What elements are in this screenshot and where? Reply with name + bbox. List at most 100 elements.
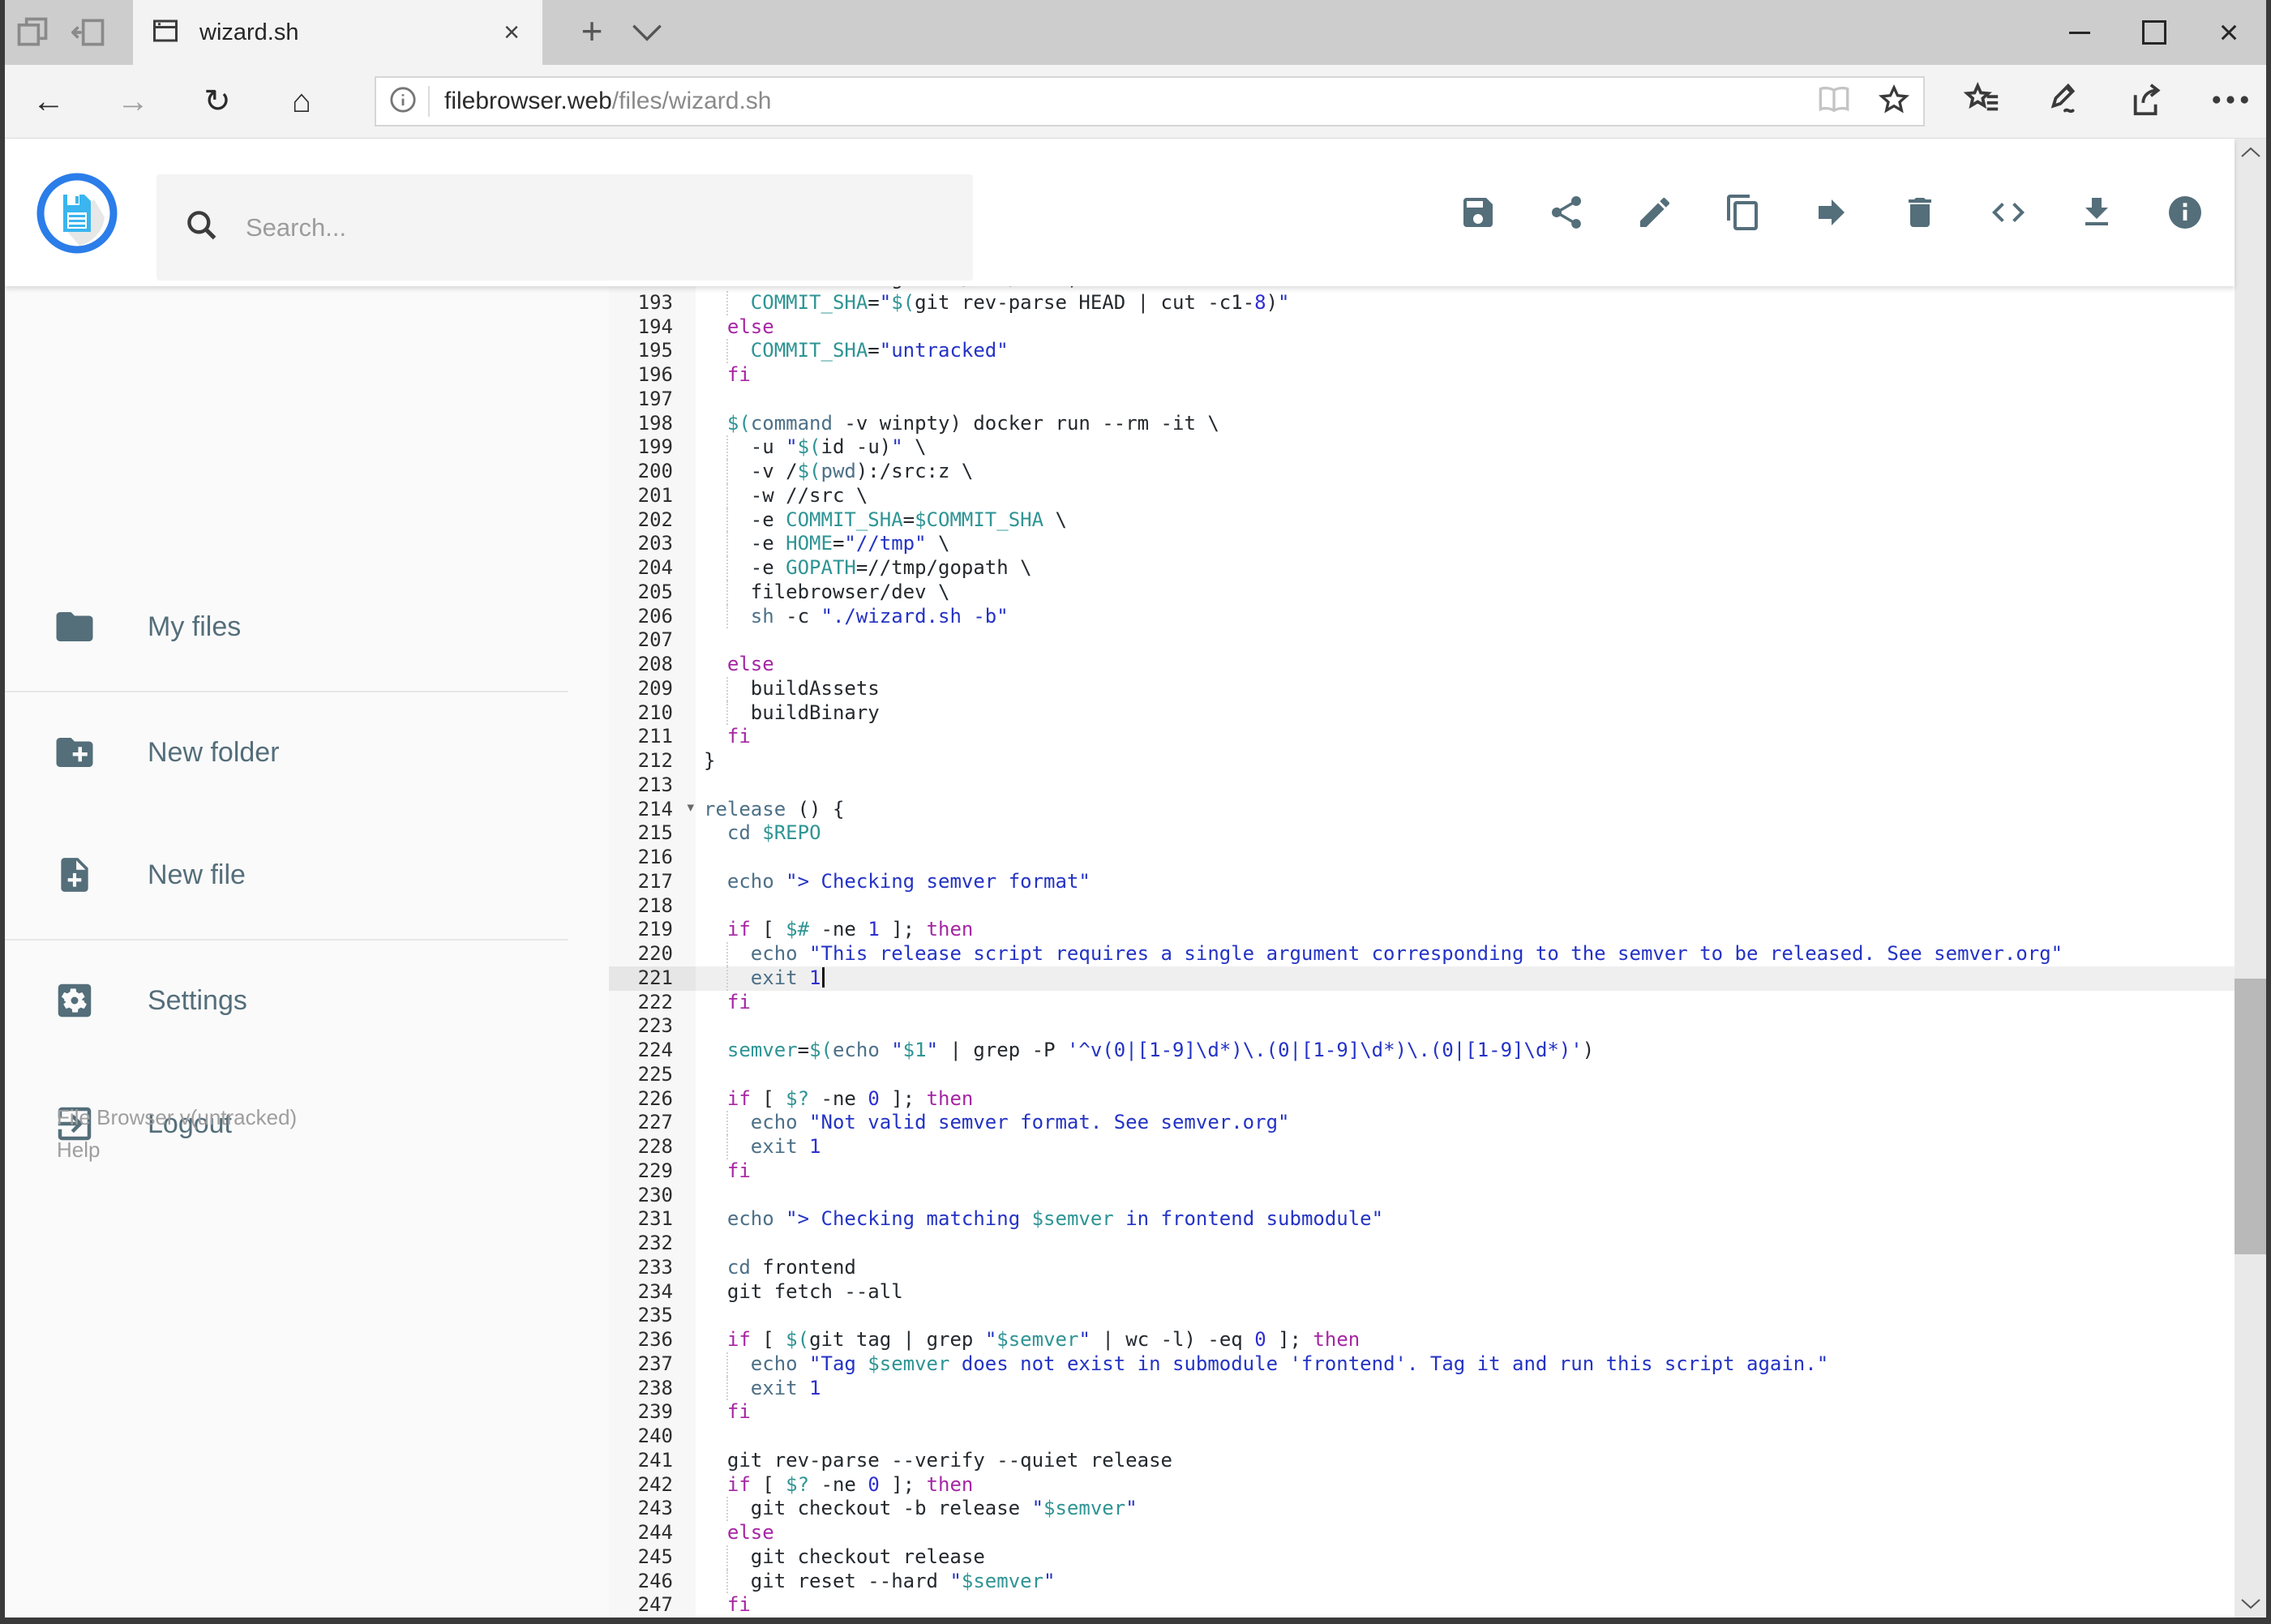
close-button[interactable]: × bbox=[2192, 0, 2266, 65]
code-view-button[interactable] bbox=[1983, 187, 2033, 238]
copy-button[interactable] bbox=[1718, 187, 1768, 238]
code-line[interactable]: 232 bbox=[609, 1232, 2235, 1256]
code-line[interactable]: 246 git reset --hard "$semver" bbox=[609, 1569, 2235, 1594]
code-line[interactable]: 234 git fetch --all bbox=[609, 1280, 2235, 1305]
code-line[interactable]: 237 echo "Tag $semver does not exist in … bbox=[609, 1352, 2235, 1377]
code-line-text: if [ $? -ne 0 ]; then bbox=[726, 1472, 974, 1496]
sidebar-item-new-file[interactable]: New file bbox=[5, 830, 609, 919]
search-input[interactable] bbox=[244, 212, 815, 243]
download-button[interactable] bbox=[2072, 187, 2122, 238]
code-line[interactable]: 225 bbox=[609, 1063, 2235, 1087]
browser-tab[interactable]: wizard.sh × bbox=[133, 0, 542, 65]
file-browser-logo[interactable] bbox=[36, 172, 118, 259]
code-line[interactable]: 200 -v /$(pwd):/src:z \ bbox=[609, 460, 2235, 484]
code-line[interactable]: 231 echo "> Checking matching $semver in… bbox=[609, 1207, 2235, 1232]
code-line[interactable]: 224 semver=$(echo "$1" | grep -P '^v(0|[… bbox=[609, 1039, 2235, 1063]
tab-close-icon[interactable]: × bbox=[499, 0, 525, 65]
code-line[interactable]: 216 bbox=[609, 846, 2235, 870]
code-line[interactable]: 218 bbox=[609, 894, 2235, 919]
code-line[interactable]: 236 if [ $(git tag | grep "$semver" | wc… bbox=[609, 1328, 2235, 1352]
code-line[interactable]: 243 git checkout -b release "$semver" bbox=[609, 1497, 2235, 1521]
tab-list-chevron-icon[interactable] bbox=[631, 21, 663, 48]
scroll-down-icon[interactable] bbox=[2235, 1590, 2266, 1618]
code-line[interactable]: 207 bbox=[609, 628, 2235, 653]
sidebar-item-settings[interactable]: Settings bbox=[5, 956, 609, 1045]
code-line[interactable]: 208 else bbox=[609, 653, 2235, 677]
code-line[interactable]: 247 fi bbox=[609, 1593, 2235, 1618]
code-line[interactable]: 213 bbox=[609, 773, 2235, 798]
code-line[interactable]: 204 -e GOPATH=//tmp/gopath \ bbox=[609, 556, 2235, 581]
tab-preview-icon[interactable] bbox=[15, 15, 50, 50]
sidebar-item-my-files[interactable]: My files bbox=[5, 582, 609, 671]
code-line[interactable]: 202 -e COMMIT_SHA=$COMMIT_SHA \ bbox=[609, 508, 2235, 533]
scroll-up-icon[interactable] bbox=[2235, 139, 2266, 166]
code-line[interactable]: 215 cd $REPO bbox=[609, 821, 2235, 846]
code-line[interactable]: 193 COMMIT_SHA="$(git rev-parse HEAD | c… bbox=[609, 290, 2235, 315]
code-line[interactable]: 245 git checkout release bbox=[609, 1545, 2235, 1570]
save-button[interactable] bbox=[1453, 187, 1503, 238]
vertical-scrollbar[interactable] bbox=[2235, 139, 2266, 1618]
code-line[interactable]: 201 -w //src \ bbox=[609, 483, 2235, 508]
code-line[interactable]: 229 fi bbox=[609, 1159, 2235, 1184]
code-line[interactable]: 240 bbox=[609, 1425, 2235, 1449]
site-info-icon[interactable] bbox=[389, 86, 417, 118]
scrollbar-thumb[interactable] bbox=[2235, 979, 2266, 1254]
code-line[interactable]: 206 sh -c "./wizard.sh -b" bbox=[609, 604, 2235, 629]
back-icon[interactable]: ← bbox=[23, 84, 75, 120]
favorite-star-icon[interactable] bbox=[1878, 84, 1910, 120]
code-line[interactable]: 223 bbox=[609, 1014, 2235, 1039]
code-line[interactable]: 194 else bbox=[609, 315, 2235, 340]
help-link[interactable]: Help bbox=[57, 1138, 100, 1162]
code-line[interactable]: 227 echo "Not valid semver format. See s… bbox=[609, 1111, 2235, 1135]
code-line[interactable]: 212} bbox=[609, 749, 2235, 773]
code-line[interactable]: 239 fi bbox=[609, 1400, 2235, 1425]
hub-favorites-icon[interactable] bbox=[1963, 81, 2001, 122]
code-line[interactable]: 205 filebrowser/dev \ bbox=[609, 580, 2235, 605]
code-editor[interactable]: 192 if command -v git &>/dev/null; then1… bbox=[609, 286, 2235, 1618]
code-line[interactable]: 244 else bbox=[609, 1521, 2235, 1545]
code-line[interactable]: 210 buildBinary bbox=[609, 701, 2235, 726]
annotate-icon[interactable] bbox=[2046, 81, 2084, 122]
info-button[interactable] bbox=[2160, 187, 2210, 238]
delete-button[interactable] bbox=[1895, 187, 1945, 238]
code-line[interactable]: 241 git rev-parse --verify --quiet relea… bbox=[609, 1449, 2235, 1473]
code-line[interactable]: 198 $(command -v winpty) docker run --rm… bbox=[609, 412, 2235, 436]
share-icon[interactable] bbox=[2129, 81, 2166, 122]
refresh-icon[interactable]: ↻ bbox=[191, 83, 243, 120]
forward-icon[interactable]: → bbox=[107, 84, 159, 120]
settings-ellipsis-icon[interactable] bbox=[2212, 94, 2249, 109]
code-line[interactable]: 221 exit 1 bbox=[609, 966, 2235, 991]
code-line[interactable]: 196 fi bbox=[609, 363, 2235, 388]
code-line[interactable]: 219 if [ $# -ne 1 ]; then bbox=[609, 918, 2235, 942]
code-line[interactable]: 214 ▾ release () { bbox=[609, 798, 2235, 822]
code-line[interactable]: 203 -e HOME="//tmp" \ bbox=[609, 532, 2235, 556]
url-field[interactable]: filebrowser.web/files/wizard.sh bbox=[375, 76, 1925, 126]
code-line[interactable]: 220 echo "This release script requires a… bbox=[609, 942, 2235, 966]
set-tabs-aside-icon[interactable] bbox=[71, 15, 107, 50]
code-line[interactable]: 209 buildAssets bbox=[609, 676, 2235, 701]
move-button[interactable] bbox=[1806, 187, 1857, 238]
code-line[interactable]: 226 if [ $? -ne 0 ]; then bbox=[609, 1087, 2235, 1112]
code-line[interactable]: 197 bbox=[609, 388, 2235, 412]
code-line[interactable]: 195 COMMIT_SHA="untracked" bbox=[609, 339, 2235, 363]
code-line[interactable]: 199 -u "$(id -u)" \ bbox=[609, 435, 2235, 460]
code-line[interactable]: 238 exit 1 bbox=[609, 1376, 2235, 1401]
code-line[interactable]: 228 exit 1 bbox=[609, 1135, 2235, 1159]
sidebar-item-new-folder[interactable]: New folder bbox=[5, 708, 609, 797]
fold-arrow-icon[interactable]: ▾ bbox=[687, 796, 694, 821]
maximize-button[interactable] bbox=[2117, 0, 2192, 65]
code-line[interactable]: 217 echo "> Checking semver format" bbox=[609, 870, 2235, 894]
code-line[interactable]: 242 if [ $? -ne 0 ]; then bbox=[609, 1473, 2235, 1498]
share-file-button[interactable] bbox=[1541, 187, 1592, 238]
code-line[interactable]: 235 bbox=[609, 1304, 2235, 1328]
minimize-button[interactable] bbox=[2042, 0, 2117, 65]
code-line[interactable]: 230 bbox=[609, 1184, 2235, 1208]
edit-button[interactable] bbox=[1630, 187, 1680, 238]
home-icon[interactable]: ⌂ bbox=[276, 84, 328, 120]
code-line[interactable]: 222 fi bbox=[609, 991, 2235, 1015]
search-bar[interactable] bbox=[156, 174, 973, 281]
new-tab-button[interactable]: + bbox=[563, 0, 621, 65]
sidebar-footer: File Browser v(untracked) Help bbox=[57, 1101, 297, 1166]
code-line[interactable]: 211 fi bbox=[609, 725, 2235, 749]
code-line[interactable]: 233 cd frontend bbox=[609, 1256, 2235, 1280]
